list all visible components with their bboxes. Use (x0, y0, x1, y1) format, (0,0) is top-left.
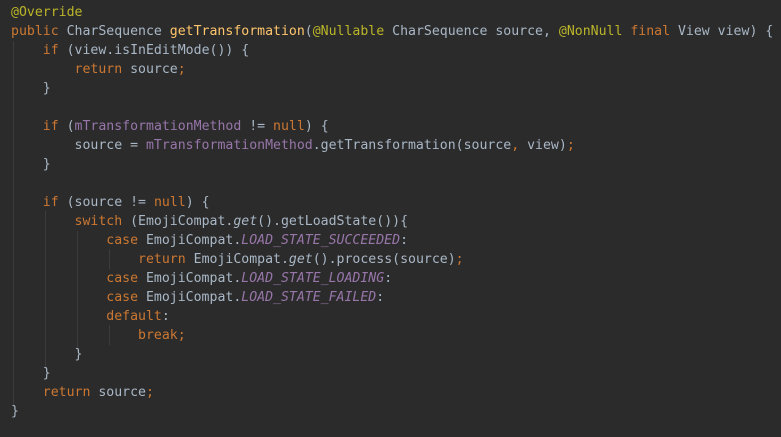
code-token: source (98, 385, 146, 400)
code-token: != (249, 119, 274, 134)
code-line[interactable]: default: (11, 307, 773, 326)
code-line[interactable]: source = mTransformationMethod.getTransf… (11, 136, 773, 155)
code-token: null (273, 119, 305, 134)
code-token: ; (177, 62, 186, 77)
code-token: source = (11, 138, 146, 153)
code-token: (view.isInEditMode()) { (66, 43, 250, 58)
code-token: ) { (185, 195, 210, 210)
code-line[interactable]: return source; (11, 383, 773, 402)
code-token: EmojiCompat. (145, 233, 242, 248)
code-token: LOAD_STATE_LOADING (241, 271, 385, 286)
code-line[interactable]: return source; (11, 60, 773, 79)
code-token: @NonNull (558, 24, 631, 39)
code-token: .getTransformation(source (312, 138, 512, 153)
code-line[interactable]: return EmojiCompat.get().process(source)… (11, 250, 773, 269)
code-token: } (11, 157, 51, 172)
code-token: ().process(source) (312, 252, 456, 267)
code-line[interactable]: case EmojiCompat.LOAD_STATE_LOADING: (11, 269, 773, 288)
code-line[interactable] (11, 98, 773, 117)
code-token: : (376, 290, 385, 305)
code-line[interactable]: break; (11, 326, 773, 345)
code-line[interactable]: if (view.isInEditMode()) { (11, 41, 773, 60)
code-token: mTransformationMethod (74, 119, 250, 134)
code-token: } (11, 347, 83, 362)
code-token: break; (138, 328, 186, 343)
code-token: LOAD_STATE_SUCCEEDED (241, 233, 401, 248)
code-token: (EmojiCompat. (130, 214, 234, 229)
code-token: return (42, 385, 99, 400)
code-line[interactable]: } (11, 364, 773, 383)
code-token: ; (566, 138, 575, 153)
code-token: : (400, 233, 409, 248)
code-token: mTransformationMethod (145, 138, 313, 153)
code-line[interactable]: case EmojiCompat.LOAD_STATE_SUCCEEDED: (11, 231, 773, 250)
code-token: ( (304, 24, 313, 39)
code-token: if (42, 195, 67, 210)
code-line[interactable]: public CharSequence getTransformation(@N… (11, 22, 773, 41)
code-line[interactable]: } (11, 155, 773, 174)
code-token: LOAD_STATE_FAILED (241, 290, 377, 305)
code-token: if (42, 43, 67, 58)
code-line[interactable]: } (11, 402, 773, 421)
code-token: } (11, 81, 51, 96)
code-token: return (138, 252, 194, 267)
code-token: case (106, 233, 146, 248)
code-token: : (384, 271, 393, 286)
code-token: EmojiCompat. (145, 271, 242, 286)
code-token: switch (74, 214, 131, 229)
code-token: public (11, 24, 67, 39)
code-token: EmojiCompat. (193, 252, 289, 267)
code-line[interactable] (11, 174, 773, 193)
code-token: ().getLoadState()){ (257, 214, 409, 229)
code-token: get (288, 252, 313, 267)
source-code[interactable]: @Override public CharSequence getTransfor… (11, 3, 773, 421)
code-token: getTransformation (169, 24, 305, 39)
code-token: View view) { (677, 24, 774, 39)
code-token: if (42, 119, 67, 134)
code-line[interactable]: case EmojiCompat.LOAD_STATE_FAILED: (11, 288, 773, 307)
code-token: get (233, 214, 258, 229)
code-line[interactable]: } (11, 79, 773, 98)
code-token: } (11, 366, 51, 381)
code-token: @Nullable (312, 24, 393, 39)
code-token: view) (527, 138, 567, 153)
code-line[interactable]: if (mTransformationMethod != null) { (11, 117, 773, 136)
code-token: CharSequence (66, 24, 170, 39)
code-token: return (74, 62, 131, 77)
code-token: EmojiCompat. (145, 290, 242, 305)
code-token: (source != (66, 195, 154, 210)
code-token: ; (145, 385, 154, 400)
code-editor[interactable]: @Override public CharSequence getTransfor… (0, 0, 781, 437)
code-token: CharSequence source, (392, 24, 559, 39)
code-token: case (106, 271, 146, 286)
code-token: , (511, 138, 528, 153)
code-token: final (630, 24, 678, 39)
code-token: : (161, 309, 170, 324)
code-line[interactable]: if (source != null) { (11, 193, 773, 212)
code-token: ( (66, 119, 75, 134)
code-token: ) { (304, 119, 329, 134)
code-token: ; (455, 252, 464, 267)
code-token: null (153, 195, 186, 210)
code-token: @Override (11, 5, 83, 20)
code-token: } (11, 404, 19, 419)
code-line[interactable]: switch (EmojiCompat.get().getLoadState()… (11, 212, 773, 231)
code-token: source (130, 62, 178, 77)
code-token: default (106, 309, 162, 324)
code-line[interactable]: @Override (11, 3, 773, 22)
code-token: case (106, 290, 146, 305)
code-line[interactable]: } (11, 345, 773, 364)
